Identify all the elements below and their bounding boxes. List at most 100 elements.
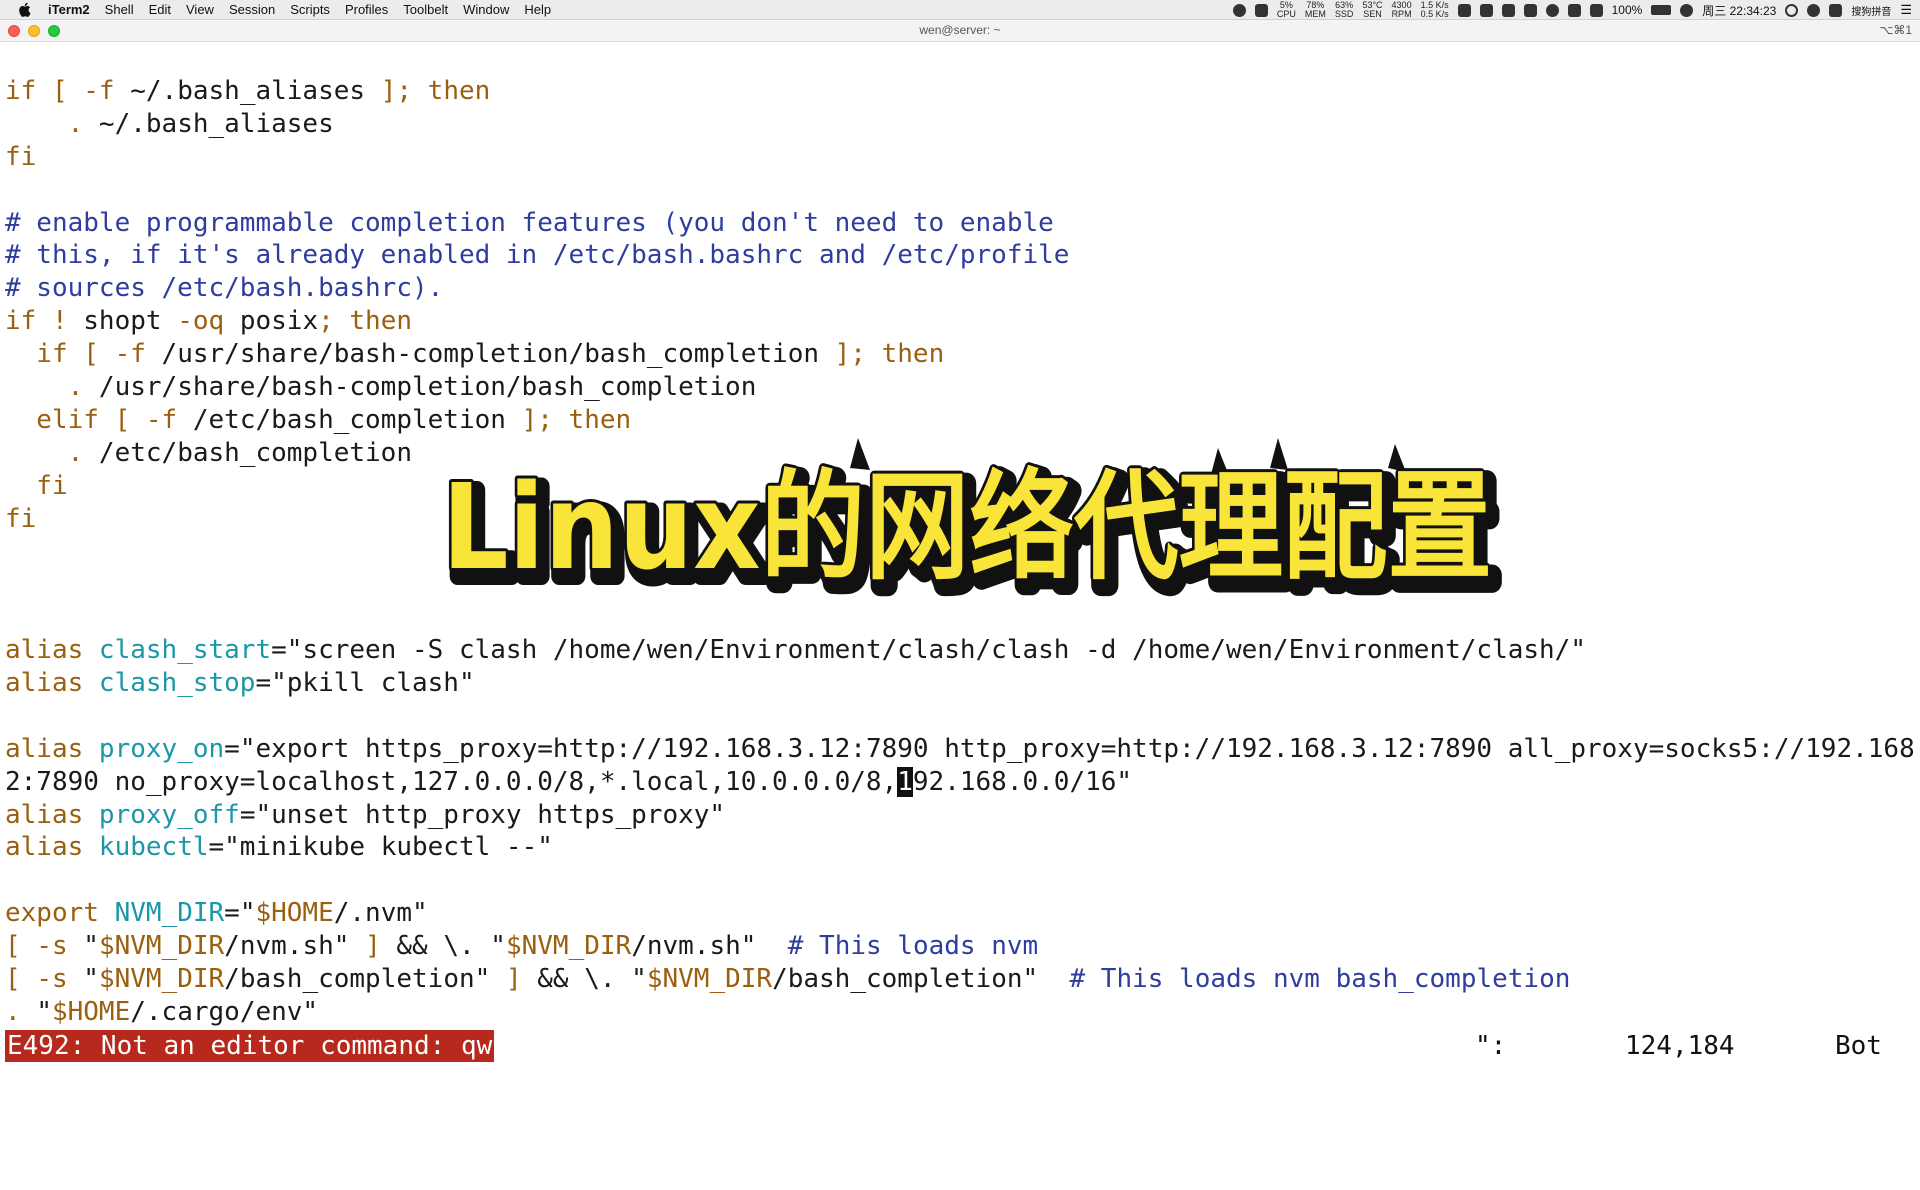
menu-view[interactable]: View — [186, 2, 214, 17]
code-token: # this, if it's already enabled in /etc/… — [5, 240, 1070, 271]
volume-icon[interactable] — [1589, 3, 1603, 17]
code-token: [ — [67, 339, 115, 370]
code-token: ]; then — [380, 76, 491, 106]
code-token: /nvm.sh" — [631, 931, 788, 962]
code-token: -f — [145, 404, 178, 435]
clock[interactable]: 周三 22:34:23 — [1702, 2, 1776, 19]
code-token: $HOME — [255, 898, 334, 929]
terminal-line: alias proxy_off="unset http_proxy https_… — [5, 799, 1915, 832]
code-token: ! — [36, 306, 84, 337]
menu-window[interactable]: Window — [463, 2, 509, 17]
code-token: /usr/share/bash-completion/bash_completi… — [145, 339, 835, 370]
code-token: && \. " — [521, 964, 647, 995]
code-token: = — [224, 898, 240, 929]
menu-session[interactable]: Session — [229, 2, 275, 17]
terminal-line: [ -s "$NVM_DIR/bash_completion" ] && \. … — [5, 963, 1915, 996]
stat-sensor[interactable]: 53°C SEN — [1362, 1, 1382, 19]
code-token: /usr/share/bash-completion/bash_completi… — [98, 372, 757, 403]
code-token: [ — [5, 964, 37, 995]
cat-icon[interactable] — [1523, 3, 1537, 17]
menu-profiles[interactable]: Profiles — [345, 2, 388, 17]
code-token: posix — [224, 306, 319, 337]
stat-mem[interactable]: 78% MEM — [1305, 1, 1326, 19]
code-token: = — [271, 635, 287, 666]
translate-icon[interactable] — [1567, 3, 1581, 17]
menu-app[interactable]: iTerm2 — [48, 2, 90, 17]
terminal-line: # enable programmable completion feature… — [5, 207, 1915, 240]
code-token: " — [36, 996, 52, 1027]
pending-command: ": — [1475, 1031, 1507, 1061]
code-token: # This loads nvm — [787, 931, 1039, 962]
control-center-icon[interactable]: ☰ — [1900, 2, 1912, 18]
input-method-icon[interactable] — [1829, 3, 1843, 17]
code-token: . — [5, 437, 99, 468]
terminal-line: # sources /etc/bash.bashrc). — [5, 272, 1915, 305]
microphone-icon[interactable] — [1545, 3, 1559, 17]
terminal-line: alias clash_start="screen -S clash /home… — [5, 634, 1915, 667]
terminal-line: if [ -f ~/.bash_aliases ]; then — [5, 75, 1915, 108]
scroll-position: Bot — [1835, 1031, 1882, 1061]
stat-ssd[interactable]: 63% SSD — [1335, 1, 1354, 19]
code-token: /etc/bash_completion — [98, 437, 412, 468]
menu-edit[interactable]: Edit — [149, 2, 171, 17]
code-token: $HOME — [51, 996, 131, 1027]
code-token: /etc/bash_completion — [177, 404, 522, 435]
code-token: = — [255, 668, 272, 699]
code-token: NVM_DIR — [114, 898, 225, 929]
code-token: alias — [5, 799, 99, 830]
creative-cloud-icon[interactable] — [1232, 3, 1246, 17]
code-token: # This loads nvm bash_completion — [1069, 964, 1571, 995]
battery-icon[interactable] — [1651, 5, 1672, 15]
screen-capture-icon[interactable] — [1254, 3, 1268, 17]
code-token: alias — [5, 668, 99, 699]
code-token: fi — [5, 470, 68, 501]
code-token: -f — [83, 76, 115, 106]
menu-scripts[interactable]: Scripts — [290, 2, 330, 17]
code-token: clash_stop — [98, 668, 256, 699]
bookmark-icon[interactable] — [1501, 3, 1515, 17]
code-token: ]; then — [521, 404, 632, 435]
code-token: # enable programmable completion feature… — [5, 207, 1054, 238]
terminal-line: if [ -f /usr/share/bash-completion/bash_… — [5, 338, 1915, 371]
stat-cpu[interactable]: 5% CPU — [1277, 1, 1296, 19]
siri-icon[interactable] — [1807, 3, 1821, 17]
code-token: kubectl — [98, 832, 209, 863]
code-token: -s — [36, 964, 68, 995]
code-token: "pkill clash" — [271, 668, 475, 699]
shield-icon[interactable] — [1479, 3, 1493, 17]
status-area: 5% CPU 78% MEM 63% SSD 53°C SEN 4300 RPM 1.5 … — [1232, 0, 1912, 20]
code-token: export — [5, 898, 115, 929]
code-token: $NVM_DIR — [505, 931, 632, 962]
error-message: E492: Not an editor command: qw — [5, 1030, 495, 1062]
code-token: /.cargo/env" — [130, 996, 319, 1027]
terminal-line: export NVM_DIR="$HOME/.nvm" — [5, 897, 1915, 930]
code-token: $NVM_DIR — [646, 964, 773, 995]
code-token: " — [67, 931, 99, 962]
battery-percent: 100% — [1611, 3, 1643, 17]
terminal-line: alias kubectl="minikube kubectl --" — [5, 831, 1915, 864]
code-token: [ — [98, 404, 146, 435]
wifi-icon[interactable] — [1680, 3, 1694, 17]
stat-fan[interactable]: 4300 RPM — [1392, 1, 1412, 19]
menu-bar: iTerm2 Shell Edit View Session Scripts P… — [0, 0, 1920, 20]
terminal-line: if ! shopt -oq posix; then — [5, 305, 1915, 338]
code-token: " — [239, 898, 256, 929]
code-token: "screen -S clash /home/wen/Environment/c… — [286, 635, 1586, 666]
stat-network[interactable]: 1.5 K/s 0.5 K/s — [1421, 1, 1449, 19]
menu-shell[interactable]: Shell — [105, 2, 134, 17]
terminal-line: elif [ -f /etc/bash_completion ]; then — [5, 404, 1915, 437]
upload-icon[interactable] — [1457, 3, 1471, 17]
apple-icon[interactable] — [18, 2, 34, 17]
code-token: = — [208, 832, 225, 863]
search-icon[interactable] — [1785, 3, 1799, 17]
code-token: -oq — [177, 306, 225, 337]
code-token: ] — [365, 931, 381, 962]
code-token: ~/.bash_aliases — [114, 76, 381, 106]
menu-help[interactable]: Help — [524, 2, 551, 17]
input-method-label[interactable]: 搜狗拼音 — [1851, 3, 1891, 18]
code-token: /nvm.sh" — [224, 931, 366, 962]
code-token: if — [5, 339, 68, 370]
menu-toolbelt[interactable]: Toolbelt — [403, 2, 448, 17]
